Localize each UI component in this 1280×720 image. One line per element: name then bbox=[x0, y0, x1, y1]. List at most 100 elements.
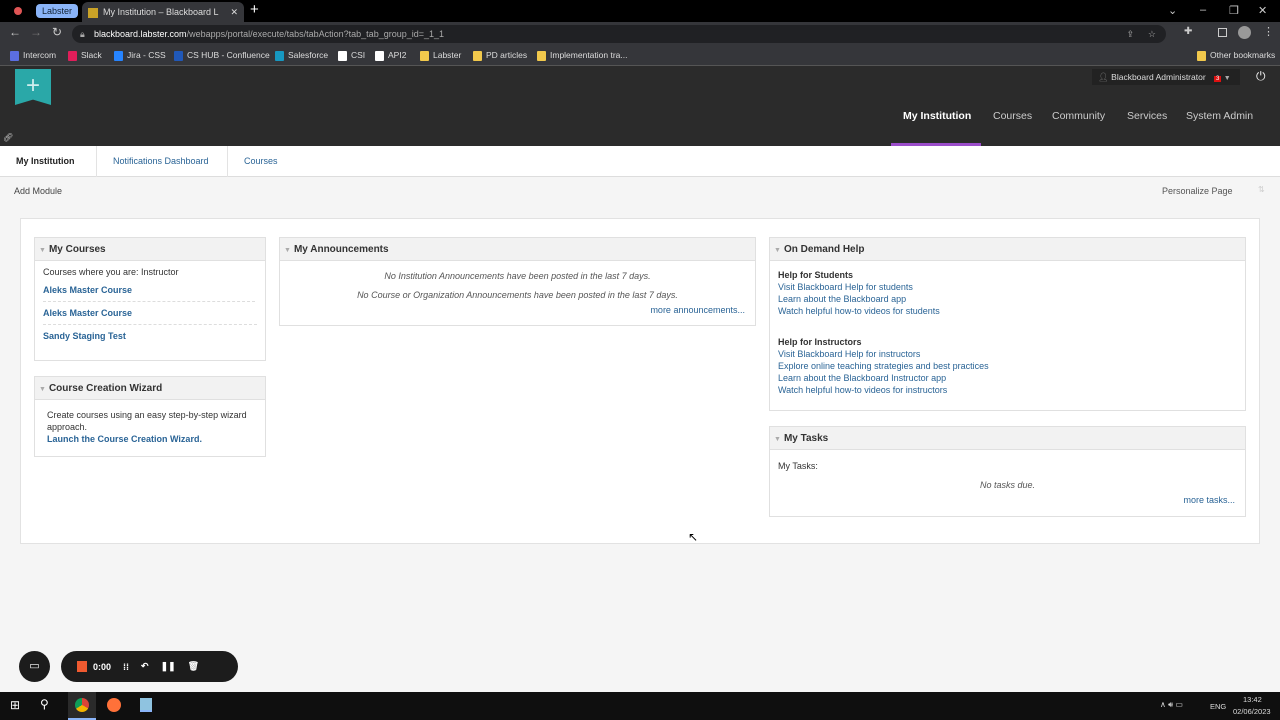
clock-date[interactable]: 02/06/2023 bbox=[1233, 707, 1271, 716]
tasks-empty: No tasks due. bbox=[979, 480, 1036, 490]
user-name: Blackboard Administrator bbox=[1111, 72, 1206, 82]
bookmark[interactable]: Jira - CSS bbox=[114, 49, 166, 62]
user-menu[interactable]: 👤︎ Blackboard Administrator 3 ▼ bbox=[1092, 69, 1240, 85]
add-module-button[interactable]: Add Module bbox=[14, 186, 62, 196]
institution-logo[interactable]: + bbox=[15, 69, 51, 105]
tab-title: My Institution – Blackboard L bbox=[103, 7, 219, 17]
language-indicator[interactable]: ENG bbox=[1210, 702, 1226, 711]
close-tab-icon[interactable]: ✕ bbox=[230, 2, 238, 22]
collapse-triangle-icon: ▼ bbox=[39, 247, 46, 254]
side-panel-icon[interactable] bbox=[1218, 28, 1227, 37]
subtab-courses[interactable]: Courses bbox=[228, 146, 294, 177]
bookmark-folder[interactable]: Implementation tra... bbox=[537, 49, 627, 62]
launch-wizard-link[interactable]: Launch the Course Creation Wizard. bbox=[47, 433, 253, 445]
firefox-taskbar-icon[interactable] bbox=[107, 698, 121, 712]
nav-services[interactable]: Services bbox=[1127, 110, 1167, 122]
module-header[interactable]: ▼ My Announcements bbox=[280, 238, 755, 261]
share-icon[interactable]: ⇪ bbox=[1126, 25, 1134, 43]
module-header[interactable]: ▼ Course Creation Wizard bbox=[35, 377, 265, 400]
bookmark[interactable]: Intercom bbox=[10, 49, 56, 62]
module-my-courses: ▼ My Courses Courses where you are: Instr… bbox=[34, 237, 266, 361]
nav-system-admin[interactable]: System Admin bbox=[1186, 110, 1253, 122]
help-link[interactable]: Watch helpful how-to videos for instruct… bbox=[778, 384, 1237, 396]
url-host: blackboard.labster.com bbox=[94, 29, 187, 39]
module-header[interactable]: ▼ My Courses bbox=[35, 238, 265, 261]
tasks-label: My Tasks: bbox=[778, 461, 818, 471]
stop-record-button[interactable] bbox=[77, 661, 87, 672]
chrome-taskbar-icon[interactable] bbox=[68, 692, 96, 720]
module-header[interactable]: ▼ On Demand Help bbox=[770, 238, 1245, 261]
students-heading: Help for Students bbox=[778, 270, 854, 280]
personalize-page-button[interactable]: Personalize Page bbox=[1162, 186, 1233, 196]
module-header[interactable]: ▼ My Tasks bbox=[770, 427, 1245, 450]
url-input[interactable]: 🔒︎ blackboard.labster.com/webapps/portal… bbox=[72, 25, 1166, 43]
back-icon[interactable]: ← bbox=[9, 25, 21, 39]
camera-toggle-icon[interactable]: ▭ bbox=[19, 651, 50, 682]
mouse-cursor: ↖ bbox=[688, 530, 699, 544]
course-link[interactable]: Aleks Master Course bbox=[43, 302, 257, 325]
bookmark[interactable]: Salesforce bbox=[275, 49, 328, 62]
collapse-triangle-icon: ▼ bbox=[774, 436, 781, 443]
trash-icon[interactable]: 🗑︎ bbox=[188, 661, 199, 672]
reload-icon[interactable]: ↻ bbox=[52, 25, 62, 39]
help-link[interactable]: Visit Blackboard Help for instructors bbox=[778, 348, 1237, 360]
collapse-triangle-icon: ▼ bbox=[39, 386, 46, 393]
recording-time: 0:00 bbox=[93, 661, 112, 672]
help-link[interactable]: Visit Blackboard Help for students bbox=[778, 281, 1237, 293]
more-announcements-link[interactable]: more announcements... bbox=[280, 305, 755, 315]
chevron-down-icon: ▼ bbox=[1223, 75, 1231, 82]
app-taskbar-icon[interactable] bbox=[140, 698, 152, 712]
nav-my-institution[interactable]: My Institution bbox=[903, 110, 971, 122]
help-link[interactable]: Learn about the Blackboard app bbox=[778, 293, 1237, 305]
bookmark-folder[interactable]: PD articles bbox=[473, 49, 527, 62]
subtab-notifications-dashboard[interactable]: Notifications Dashboard bbox=[97, 146, 228, 177]
pause-icon[interactable]: ❚❚ bbox=[161, 661, 176, 672]
new-tab-button[interactable]: + bbox=[250, 1, 259, 18]
notification-badge: 3 bbox=[1214, 76, 1222, 82]
windows-taskbar: ⊞ ⚲ ∧ 🔊︎ ▭ ENG 13:42 02/06/2023 bbox=[0, 692, 1280, 720]
bookmark[interactable]: Slack bbox=[68, 49, 102, 62]
logout-power-icon[interactable]: ⏻ bbox=[1256, 69, 1266, 84]
minimize-button[interactable]: – bbox=[1200, 4, 1206, 16]
reorder-icon[interactable]: ⇅ bbox=[1258, 185, 1265, 194]
wizard-description: Create courses using an easy step-by-ste… bbox=[47, 410, 247, 432]
record-indicator-icon bbox=[14, 7, 22, 15]
windows-start-icon[interactable]: ⊞ bbox=[10, 698, 20, 712]
sub-tabs: My Institution Notifications Dashboard C… bbox=[0, 146, 1280, 177]
undo-icon[interactable]: ↶ bbox=[141, 661, 149, 672]
other-bookmarks[interactable]: Other bookmarks bbox=[1197, 49, 1275, 62]
tab-group-labster[interactable]: Labster bbox=[36, 4, 79, 18]
browser-tab-strip: Labster My Institution – Blackboard L ✕ … bbox=[0, 0, 1280, 22]
bookmark[interactable]: CS HUB - Confluence bbox=[174, 49, 270, 62]
subtab-my-institution[interactable]: My Institution bbox=[0, 146, 97, 177]
close-window-button[interactable]: ✕ bbox=[1258, 4, 1267, 17]
profile-avatar[interactable] bbox=[1238, 26, 1251, 39]
clock-time[interactable]: 13:42 bbox=[1243, 695, 1262, 704]
help-link[interactable]: Explore online teaching strategies and b… bbox=[778, 360, 1237, 372]
url-path: /webapps/portal/execute/tabs/tabAction?t… bbox=[186, 29, 445, 39]
role-label: Courses where you are: Instructor bbox=[43, 267, 179, 277]
nav-community[interactable]: Community bbox=[1052, 110, 1105, 122]
menu-icon[interactable]: ⋮ bbox=[1263, 25, 1274, 38]
restore-button[interactable]: ❐ bbox=[1229, 4, 1239, 17]
tab-active[interactable]: My Institution – Blackboard L ✕ bbox=[82, 2, 244, 22]
bookmark-folder[interactable]: Labster bbox=[420, 49, 461, 62]
link-icon[interactable]: 🔗︎ bbox=[3, 133, 13, 142]
course-link[interactable]: Aleks Master Course bbox=[43, 285, 255, 302]
help-link[interactable]: Watch helpful how-to videos for students bbox=[778, 305, 1237, 317]
grid-icon[interactable]: ⁞⁞ bbox=[123, 662, 129, 672]
tab-search-icon[interactable]: ⌄ bbox=[1168, 4, 1177, 17]
system-tray-icons[interactable]: ∧ 🔊︎ ▭ bbox=[1160, 700, 1183, 710]
module-my-announcements: ▼ My Announcements No Institution Announc… bbox=[279, 237, 756, 326]
search-icon[interactable]: ⚲ bbox=[40, 697, 49, 711]
help-link[interactable]: Learn about the Blackboard Instructor ap… bbox=[778, 372, 1237, 384]
bookmark[interactable]: CSI bbox=[338, 49, 365, 62]
extensions-icon[interactable]: ✚ bbox=[1184, 26, 1192, 37]
bookmark[interactable]: API2 bbox=[375, 49, 406, 62]
collapse-triangle-icon: ▼ bbox=[284, 247, 291, 254]
forward-icon[interactable]: → bbox=[30, 25, 42, 39]
course-link[interactable]: Sandy Staging Test bbox=[43, 325, 257, 341]
bookmark-star-icon[interactable]: ☆ bbox=[1148, 25, 1156, 43]
more-tasks-link[interactable]: more tasks... bbox=[770, 495, 1245, 505]
nav-courses[interactable]: Courses bbox=[993, 110, 1032, 122]
